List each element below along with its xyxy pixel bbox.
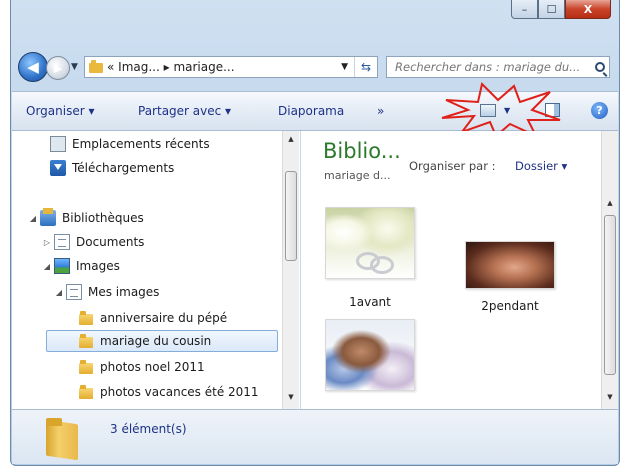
nav-item-label: Mes images bbox=[88, 285, 160, 299]
title-bar-buttons: – ☐ X bbox=[511, 0, 611, 22]
arrow-right-icon: ▶ bbox=[53, 61, 63, 75]
collapsed-triangle-icon[interactable]: ▷ bbox=[42, 238, 52, 247]
organize-menu-button[interactable]: Organiser ▾ bbox=[26, 104, 94, 118]
nav-item-label: mariage du cousin bbox=[100, 334, 212, 348]
nav-item-label: photos vacances été 2011 bbox=[100, 385, 259, 399]
search-box[interactable] bbox=[386, 56, 610, 78]
arrange-by-dropdown[interactable]: Dossier ▾ bbox=[515, 159, 567, 173]
item-count: 3 élément(s) bbox=[110, 422, 187, 436]
content-scrollbar[interactable]: ▲ ▼ bbox=[601, 131, 618, 409]
search-input[interactable] bbox=[393, 59, 587, 75]
highlight-burst-shape bbox=[441, 82, 561, 138]
refresh-icon[interactable]: ⇆ bbox=[354, 57, 377, 77]
images-icon bbox=[54, 258, 70, 274]
scroll-up-icon[interactable]: ▲ bbox=[602, 199, 618, 207]
close-button[interactable]: X bbox=[565, 0, 611, 19]
maximize-button[interactable]: ☐ bbox=[538, 0, 565, 19]
nav-item-label: Bibliothèques bbox=[62, 211, 144, 225]
help-button[interactable]: ? bbox=[591, 102, 608, 119]
downloads-icon bbox=[50, 160, 66, 176]
library-title: Biblio... bbox=[323, 139, 401, 163]
documents-icon bbox=[54, 234, 70, 250]
highlight-burst-outline bbox=[441, 82, 561, 138]
library-subtitle: mariage d... bbox=[324, 169, 391, 182]
photo-thumbnail bbox=[325, 207, 415, 279]
nav-item-folder-birthday[interactable]: anniversaire du pépé bbox=[78, 307, 227, 329]
nav-item-label: Images bbox=[76, 259, 120, 273]
folder-icon bbox=[78, 359, 94, 375]
folder-icon bbox=[78, 310, 94, 326]
nav-item-documents[interactable]: ▷ Documents bbox=[42, 231, 144, 253]
folder-icon bbox=[89, 60, 103, 74]
recent-places-icon bbox=[50, 136, 66, 152]
arrow-left-icon: ◀ bbox=[27, 58, 39, 76]
share-with-menu-button[interactable]: Partager avec ▾ bbox=[138, 104, 231, 118]
arrange-by-label: Organiser par : bbox=[409, 159, 496, 173]
forward-button[interactable]: ▶ bbox=[46, 56, 70, 80]
nav-item-label: anniversaire du pépé bbox=[100, 311, 228, 325]
libraries-icon bbox=[40, 208, 56, 226]
file-tile-2pendant[interactable]: 2pendant bbox=[465, 241, 555, 313]
navigation-pane: Emplacements récents Téléchargements ◢ B… bbox=[12, 131, 301, 409]
nav-item-label: photos noel 2011 bbox=[100, 360, 205, 374]
photo-thumbnail bbox=[325, 319, 415, 391]
file-tile-1avant[interactable]: 1avant bbox=[325, 207, 415, 309]
address-bar-row: ◀ ▶ ▼ « Imag... ▸ mariage... ▼ ⇆ bbox=[18, 52, 612, 82]
file-name: 2pendant bbox=[481, 299, 539, 313]
expanded-triangle-icon[interactable]: ◢ bbox=[28, 214, 38, 223]
navigation-scrollbar[interactable]: ▲ ▼ bbox=[282, 131, 299, 409]
wedding-ring-shape bbox=[370, 256, 394, 274]
recent-pages-dropdown[interactable]: ▼ bbox=[71, 62, 78, 72]
chevron-down-icon[interactable]: ▼ bbox=[341, 62, 348, 72]
scroll-down-icon[interactable]: ▼ bbox=[283, 393, 299, 401]
nav-item-images[interactable]: ◢ Images bbox=[42, 255, 120, 277]
scroll-up-icon[interactable]: ▲ bbox=[283, 135, 299, 143]
address-path-text: « Imag... ▸ mariage... bbox=[107, 60, 235, 74]
slideshow-button[interactable]: Diaporama bbox=[278, 104, 344, 118]
address-path-box[interactable]: « Imag... ▸ mariage... ▼ ⇆ bbox=[84, 56, 378, 78]
nav-item-folder-christmas[interactable]: photos noel 2011 bbox=[78, 356, 205, 378]
my-pictures-icon bbox=[66, 284, 82, 300]
file-content-pane: Biblio... mariage d... Organiser par : D… bbox=[301, 131, 618, 409]
nav-item-recent-places[interactable]: Emplacements récents bbox=[50, 133, 210, 155]
explorer-window: – ☐ X ◀ ▶ ▼ « Imag... ▸ mariage... ▼ ⇆ O… bbox=[0, 0, 622, 475]
folder-icon bbox=[78, 333, 94, 349]
minimize-button[interactable]: – bbox=[511, 0, 538, 19]
nav-item-downloads[interactable]: Téléchargements bbox=[50, 157, 174, 179]
scroll-down-icon[interactable]: ▼ bbox=[602, 393, 618, 401]
nav-item-label: Emplacements récents bbox=[72, 137, 210, 151]
search-icon[interactable] bbox=[595, 62, 605, 72]
nav-item-my-pictures[interactable]: ◢ Mes images bbox=[54, 281, 159, 303]
file-tile-3[interactable] bbox=[325, 319, 415, 391]
folder-icon bbox=[78, 384, 94, 400]
nav-item-folder-wedding[interactable]: mariage du cousin bbox=[46, 330, 278, 352]
file-name: 1avant bbox=[349, 295, 391, 309]
details-pane: 3 élément(s) bbox=[12, 409, 618, 464]
nav-item-folder-holidays[interactable]: photos vacances été 2011 bbox=[78, 381, 259, 403]
expanded-triangle-icon[interactable]: ◢ bbox=[42, 262, 52, 271]
nav-item-libraries[interactable]: ◢ Bibliothèques bbox=[28, 207, 144, 229]
scrollbar-thumb[interactable] bbox=[604, 215, 616, 375]
more-commands-button[interactable]: » bbox=[377, 104, 384, 118]
nav-item-label: Téléchargements bbox=[72, 161, 175, 175]
scrollbar-thumb[interactable] bbox=[285, 171, 297, 261]
expanded-triangle-icon[interactable]: ◢ bbox=[54, 288, 64, 297]
nav-item-label: Documents bbox=[76, 235, 145, 249]
folder-icon bbox=[42, 416, 84, 458]
back-button[interactable]: ◀ bbox=[18, 52, 48, 82]
photo-thumbnail bbox=[465, 241, 555, 289]
